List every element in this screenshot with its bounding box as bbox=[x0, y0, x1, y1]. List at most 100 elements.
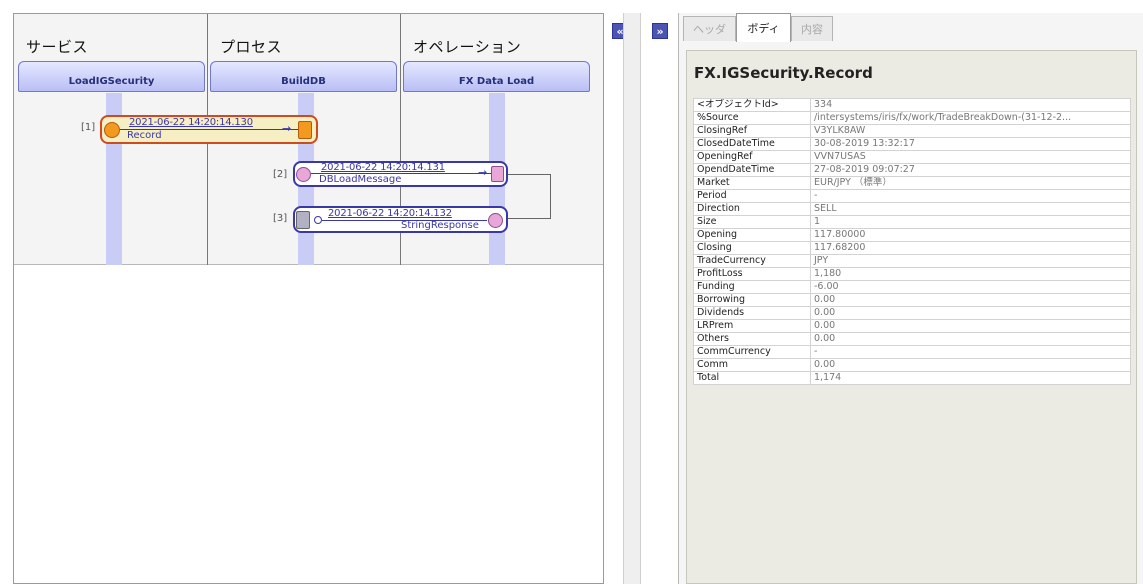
property-value: - bbox=[810, 189, 1131, 203]
property-name: Dividends bbox=[693, 306, 811, 320]
property-value: SELL bbox=[810, 202, 1131, 216]
table-row: Funding -6.00 bbox=[693, 280, 1131, 294]
table-row: Closing 117.68200 bbox=[693, 241, 1131, 255]
property-name: Borrowing bbox=[693, 293, 811, 307]
property-value: 117.68200 bbox=[810, 241, 1131, 255]
record-properties-table: <オブジェクトId> 334 %Source/intersystems/iris/f… bbox=[693, 98, 1131, 385]
record-title: FX.IGSecurity.Record bbox=[694, 64, 873, 82]
message-index: [2] bbox=[273, 169, 288, 180]
message-record[interactable]: 2021-06-22 14:20:14.130 → Record bbox=[100, 115, 318, 144]
property-name: TradeCurrency bbox=[693, 254, 811, 268]
table-row: Others 0.00 bbox=[693, 332, 1131, 346]
table-row: OpendDateTime 27-08-2019 09:07:27 bbox=[693, 163, 1131, 177]
table-row: Size 1 bbox=[693, 215, 1131, 229]
property-name: Market bbox=[693, 176, 811, 190]
property-value: 30-08-2019 13:32:17 bbox=[810, 137, 1131, 151]
table-row: Dividends 0.00 bbox=[693, 306, 1131, 320]
table-row: OpeningRef VVN7USAS bbox=[693, 150, 1131, 164]
property-value: /intersystems/iris/fx/work/TradeBreakDow… bbox=[810, 111, 1131, 125]
property-value: 0.00 bbox=[810, 319, 1131, 333]
table-row: Total 1,174 bbox=[693, 371, 1131, 385]
column-header-operation: オペレーション bbox=[413, 38, 522, 56]
message-dbloadmessage[interactable]: 2021-06-22 14:20:14.131 → DBLoadMessage bbox=[293, 161, 508, 187]
column-header-process: プロセス bbox=[220, 38, 283, 56]
message-name: DBLoadMessage bbox=[319, 174, 402, 185]
table-row: ProfitLoss 1,180 bbox=[693, 267, 1131, 281]
tab-header[interactable]: ヘッダ bbox=[683, 16, 736, 41]
property-name: ProfitLoss bbox=[693, 267, 811, 281]
property-value: -6.00 bbox=[810, 280, 1131, 294]
property-name: CommCurrency bbox=[693, 345, 811, 359]
message-target-node bbox=[296, 211, 310, 229]
property-name: ClosedDateTime bbox=[693, 137, 811, 151]
sequence-diagram: サービス プロセス オペレーション LoadIGSecurity BuildDB… bbox=[14, 14, 603, 265]
message-detail-panel: ヘッダ ボディ 内容 FX.IGSecurity.Record <オブジェクトI… bbox=[678, 13, 1143, 584]
property-name: %Source bbox=[693, 111, 811, 125]
property-name: <オブジェクトId> bbox=[693, 98, 811, 112]
property-value: 334 bbox=[810, 98, 1131, 112]
message-arrow-head-icon bbox=[314, 216, 322, 224]
detail-tab-bar: ヘッダ ボディ 内容 bbox=[679, 13, 1143, 42]
message-target-node bbox=[491, 166, 504, 182]
property-name: ClosingRef bbox=[693, 124, 811, 138]
property-value: 1,174 bbox=[810, 371, 1131, 385]
property-value: V3YLK8AW bbox=[810, 124, 1131, 138]
message-timestamp[interactable]: 2021-06-22 14:20:14.131 bbox=[321, 162, 445, 173]
arrow-right-icon: → bbox=[478, 166, 488, 179]
table-row: Direction SELL bbox=[693, 202, 1131, 216]
property-name: Period bbox=[693, 189, 811, 203]
lane-header-operation[interactable]: FX Data Load bbox=[403, 61, 590, 92]
message-source-node bbox=[104, 122, 120, 138]
lane-header-service[interactable]: LoadIGSecurity bbox=[18, 61, 205, 92]
property-value: 117.80000 bbox=[810, 228, 1131, 242]
property-value: 1 bbox=[810, 215, 1131, 229]
table-row: %Source/intersystems/iris/fx/work/TradeB… bbox=[693, 111, 1131, 125]
property-value: 0.00 bbox=[810, 306, 1131, 320]
message-index: [3] bbox=[273, 213, 288, 224]
property-name: OpeningRef bbox=[693, 150, 811, 164]
property-value: JPY bbox=[810, 254, 1131, 268]
property-name: Total bbox=[693, 371, 811, 385]
arrow-right-icon: → bbox=[282, 122, 292, 135]
tab-contents[interactable]: 内容 bbox=[791, 16, 833, 41]
message-index: [1] bbox=[81, 122, 96, 133]
record-detail: FX.IGSecurity.Record <オブジェクトId> 334 %Sourc… bbox=[686, 50, 1137, 584]
property-name: Funding bbox=[693, 280, 811, 294]
column-header-service: サービス bbox=[26, 38, 89, 56]
tab-body[interactable]: ボディ bbox=[736, 13, 791, 42]
message-target-node bbox=[298, 121, 312, 139]
property-name: Closing bbox=[693, 241, 811, 255]
trace-diagram-panel: サービス プロセス オペレーション LoadIGSecurity BuildDB… bbox=[13, 13, 604, 584]
table-row: <オブジェクトId> 334 bbox=[693, 98, 1131, 112]
expand-right-button[interactable]: » bbox=[652, 23, 668, 39]
property-value: 1,180 bbox=[810, 267, 1131, 281]
message-timestamp[interactable]: 2021-06-22 14:20:14.132 bbox=[328, 208, 452, 219]
message-timestamp[interactable]: 2021-06-22 14:20:14.130 bbox=[129, 117, 253, 128]
property-value: EUR/JPY （標準） bbox=[810, 176, 1131, 190]
table-row: Borrowing 0.00 bbox=[693, 293, 1131, 307]
table-row: LRPrem 0.00 bbox=[693, 319, 1131, 333]
message-source-node bbox=[488, 213, 503, 228]
table-row: Period - bbox=[693, 189, 1131, 203]
property-value: 0.00 bbox=[810, 332, 1131, 346]
property-value: VVN7USAS bbox=[810, 150, 1131, 164]
property-value: - bbox=[810, 345, 1131, 359]
response-connector bbox=[508, 174, 551, 219]
table-row: CommCurrency - bbox=[693, 345, 1131, 359]
property-name: Direction bbox=[693, 202, 811, 216]
message-source-node bbox=[296, 167, 311, 182]
table-row: TradeCurrency JPY bbox=[693, 254, 1131, 268]
table-row: Opening 117.80000 bbox=[693, 228, 1131, 242]
property-value: 0.00 bbox=[810, 293, 1131, 307]
table-row: Market EUR/JPY （標準） bbox=[693, 176, 1131, 190]
property-name: Opening bbox=[693, 228, 811, 242]
property-value: 27-08-2019 09:07:27 bbox=[810, 163, 1131, 177]
panel-splitter[interactable] bbox=[623, 13, 641, 584]
property-name: LRPrem bbox=[693, 319, 811, 333]
message-name: Record bbox=[127, 130, 162, 141]
message-name: StringResponse bbox=[401, 220, 479, 231]
property-name: OpendDateTime bbox=[693, 163, 811, 177]
message-stringresponse[interactable]: 2021-06-22 14:20:14.132 StringResponse bbox=[293, 206, 508, 233]
property-value: 0.00 bbox=[810, 358, 1131, 372]
lane-header-process[interactable]: BuildDB bbox=[210, 61, 397, 92]
